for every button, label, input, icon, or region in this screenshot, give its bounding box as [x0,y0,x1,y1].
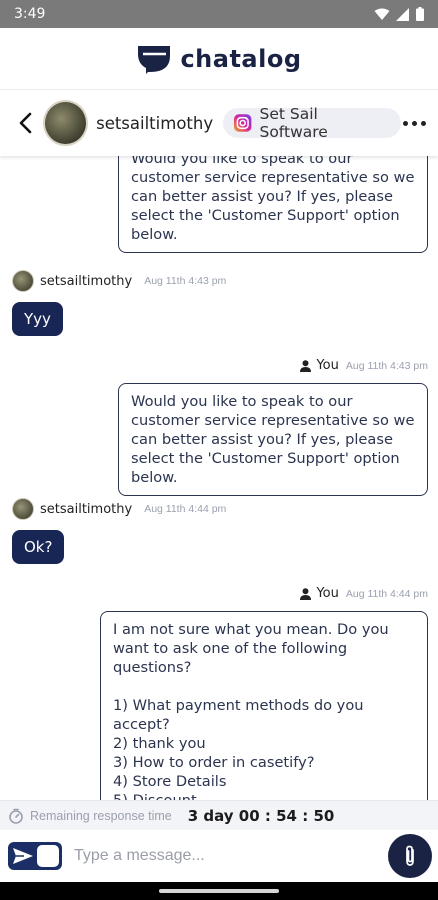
user-icon [300,587,312,600]
message-incoming: setsailtimothy Aug 11th 4:43 pm Yyy [12,270,312,336]
chevron-left-icon [19,112,31,134]
chat-header: setsailtimothy Set Sail Software [0,90,438,156]
sender-avatar [12,270,34,292]
message-bubble: I am not sure what you mean. Do you want… [100,611,428,800]
contact-avatar[interactable] [43,100,89,146]
sender-avatar [12,498,34,520]
more-dot-icon [412,120,417,126]
message-outgoing: You Aug 11th 4:43 pm Would you like to s… [118,358,428,496]
back-button[interactable] [14,109,35,137]
send-icon [13,848,33,864]
status-time: 3:49 [14,6,46,22]
sender-name: You [316,358,339,373]
more-dot-icon [403,120,408,126]
toggle-knob [37,845,59,867]
message-bubble: Would you like to speak to our customer … [118,383,428,496]
message-timestamp: Aug 11th 4:44 pm [345,587,428,600]
message-outgoing: You Aug 11th 4:44 pm I am not sure what … [100,586,428,800]
message-meta: You Aug 11th 4:43 pm [118,358,428,373]
message-bubble: Ok? [12,530,65,564]
message-outgoing: Would you like to speak to our customer … [118,156,428,253]
brand-name: chatalog [180,44,302,73]
channel-label: Set Sail Software [259,105,328,141]
timer-icon [9,808,23,824]
user-icon [300,359,312,372]
signal-icon [396,7,409,21]
sender-name: setsailtimothy [40,501,133,517]
instagram-icon [234,114,252,132]
message-composer [0,830,438,882]
more-dot-icon [421,120,426,126]
contact-name[interactable]: setsailtimothy [96,114,213,133]
sender-name: setsailtimothy [40,273,133,289]
chatalog-logo-icon [138,45,171,74]
message-meta: setsailtimothy Aug 11th 4:44 pm [12,498,312,520]
wifi-icon [374,8,390,20]
response-timer: Remaining response time 3 day 00 : 54 : … [0,800,438,830]
send-mode-toggle[interactable] [8,842,62,870]
timer-label: Remaining response time [30,808,172,823]
message-bubble: Would you like to speak to our customer … [118,156,428,253]
channel-chip[interactable]: Set Sail Software [223,105,401,141]
attach-button[interactable] [388,834,432,878]
message-list[interactable]: Would you like to speak to our customer … [0,156,438,800]
message-meta: setsailtimothy Aug 11th 4:43 pm [12,270,312,292]
more-options-button[interactable] [401,115,428,132]
app-header: chatalog [0,28,438,90]
status-bar: 3:49 [0,0,438,28]
timer-value: 3 day 00 : 54 : 50 [187,806,335,825]
battery-icon [416,7,424,21]
message-incoming: setsailtimothy Aug 11th 4:44 pm Ok? [12,498,312,564]
navigation-bar [0,882,438,900]
sender-name: You [316,586,339,601]
system-icons [374,7,424,21]
paperclip-icon [406,845,414,866]
message-meta: You Aug 11th 4:44 pm [100,586,428,601]
message-input[interactable] [62,836,388,876]
message-timestamp: Aug 11th 4:43 pm [144,275,227,287]
home-handle[interactable] [159,889,279,893]
message-timestamp: Aug 11th 4:43 pm [345,359,428,372]
message-timestamp: Aug 11th 4:44 pm [144,503,227,515]
message-bubble: Yyy [12,302,63,336]
